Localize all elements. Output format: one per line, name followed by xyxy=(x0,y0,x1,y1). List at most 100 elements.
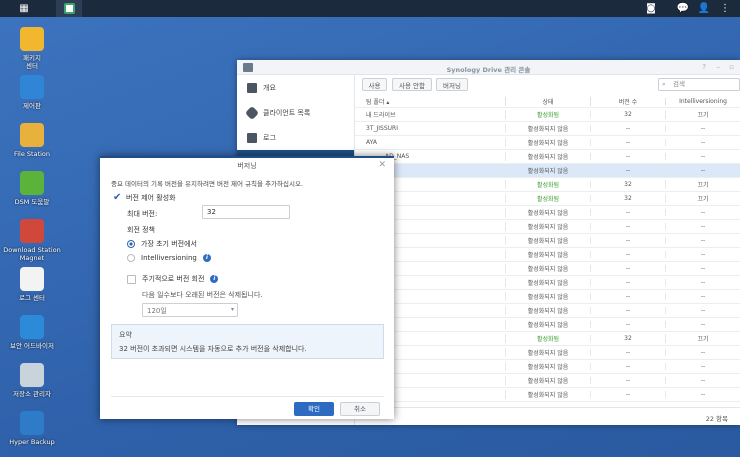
status-cell: 활성화됨 xyxy=(505,194,590,203)
main-menu-button[interactable]: ▦ xyxy=(14,0,34,17)
table-row[interactable]: 활성화되지 않음 -- -- xyxy=(355,374,740,388)
table-row[interactable]: 활성화되지 않음 -- -- xyxy=(355,290,740,304)
help-icon xyxy=(20,171,44,195)
desktop-icon[interactable]: 저장소 관리자 xyxy=(0,363,64,398)
column-header-name[interactable]: 팀 폴더 ▴ xyxy=(355,97,505,106)
window-titlebar[interactable]: Synology Drive 관리 콘솔 ? – ▫ xyxy=(237,60,740,75)
help-icon[interactable]: ? xyxy=(702,63,706,71)
table-row[interactable]: 활성화되지 않음 -- -- xyxy=(355,164,740,178)
taskbar-drive-app[interactable] xyxy=(56,0,82,17)
disable-button[interactable]: 사용 안함 xyxy=(392,78,432,91)
days-select[interactable]: 120일 ▾ xyxy=(142,303,238,317)
sidebar-item-log[interactable]: 로그 xyxy=(237,125,354,150)
status-cell: 활성화되지 않음 xyxy=(505,124,590,133)
version-count-cell: -- xyxy=(590,307,665,314)
radio-selected-icon xyxy=(127,240,135,248)
version-count-cell: -- xyxy=(590,293,665,300)
item-count: 22 항목 xyxy=(355,407,740,425)
search-input[interactable]: ⌕ 검색 xyxy=(658,78,740,91)
user-button[interactable]: 👤 xyxy=(697,0,711,17)
checkmark-icon: ✔ xyxy=(113,192,122,203)
intelliversioning-cell: -- xyxy=(665,237,740,244)
version-count-cell: -- xyxy=(590,223,665,230)
taskbar: ▦ ◙ 💬 👤 ⋮ xyxy=(0,0,740,17)
table-row[interactable]: 활성화됨 32 끄기 xyxy=(355,192,740,206)
table-row[interactable]: 활성화되지 않음 -- -- xyxy=(355,234,740,248)
table-row[interactable]: AYA 활성화되지 않음 -- -- xyxy=(355,136,740,150)
maximize-icon[interactable]: ▫ xyxy=(729,63,734,71)
version-count-cell: -- xyxy=(590,391,665,398)
close-icon[interactable]: ✕ xyxy=(378,160,386,170)
drive-notification-button[interactable]: ◙ xyxy=(644,0,658,17)
column-header-intelliversioning[interactable]: Intelliversioning xyxy=(665,97,740,105)
radio-earliest-version[interactable]: 가장 초기 버전에서 xyxy=(127,239,197,249)
versioning-button[interactable]: 버저닝 xyxy=(436,78,468,91)
version-count-cell: 32 xyxy=(590,181,665,188)
version-count-cell: -- xyxy=(590,209,665,216)
max-versions-input[interactable]: 32 xyxy=(202,205,290,219)
table-row[interactable]: 활성화되지 않음 -- -- xyxy=(355,304,740,318)
sidebar-item-clients[interactable]: 클라이언트 목록 xyxy=(237,100,354,125)
notifications-button[interactable]: 💬 xyxy=(676,0,690,17)
desktop-icon[interactable]: 제어판 xyxy=(0,75,64,110)
enable-button[interactable]: 사용 xyxy=(362,78,387,91)
table-row[interactable]: 활성화됨 32 끄기 xyxy=(355,332,740,346)
table-row[interactable]: 활성화되지 않음 -- -- xyxy=(355,276,740,290)
desktop-icon[interactable]: Hyper Backup xyxy=(0,411,64,446)
info-icon[interactable]: i xyxy=(202,254,211,262)
table-row[interactable]: C활성화되지 않음---- xyxy=(355,220,740,234)
table-row[interactable]: 활성화되지 않음 -- -- xyxy=(355,262,740,276)
dialog-description: 중요 데이터의 기록 버전을 유지하려면 버전 제어 규칙을 추가하십시오. xyxy=(111,180,304,188)
desktop-icon[interactable]: DSM 도움말 xyxy=(0,171,64,206)
team-folder-table: 팀 폴더 ▴ 상태 버전 수 Intelliversioning 내 드라이브 활… xyxy=(355,95,740,402)
table-row[interactable]: 3T_JISSURI 활성화되지 않음 -- -- xyxy=(355,122,740,136)
table-row[interactable]: 활성화되지 않음 -- -- xyxy=(355,388,740,402)
intelliversioning-cell: -- xyxy=(665,293,740,300)
options-button[interactable]: ⋮ xyxy=(718,0,732,17)
version-count-cell: -- xyxy=(590,251,665,258)
enable-versioning-checkbox[interactable]: ✔ 버전 제어 활성화 xyxy=(113,192,176,203)
minimize-icon[interactable]: – xyxy=(717,63,721,71)
intelliversioning-cell: -- xyxy=(665,391,740,398)
radio-unselected-icon xyxy=(127,254,135,262)
status-cell: 활성화되지 않음 xyxy=(505,152,590,161)
table-row[interactable]: o활성화되지 않음---- xyxy=(355,248,740,262)
status-cell: 활성화됨 xyxy=(505,110,590,119)
version-count-cell: -- xyxy=(590,125,665,132)
intelliversioning-cell: -- xyxy=(665,363,740,370)
table-row[interactable]: 활성화되지 않음 -- -- xyxy=(355,206,740,220)
info-icon[interactable]: i xyxy=(210,275,219,283)
status-cell: 활성화되지 않음 xyxy=(505,292,590,301)
table-row[interactable]: 내 드라이브 활성화됨 32 끄기 xyxy=(355,108,740,122)
desktop-icon[interactable]: File Station xyxy=(0,123,64,158)
intelliversioning-cell: 끄기 xyxy=(665,334,740,343)
cancel-button[interactable]: 취소 xyxy=(340,402,380,416)
desktop-icon[interactable]: 보안 어드바이저 xyxy=(0,315,64,350)
desktop-icon[interactable]: 로그 센터 xyxy=(0,267,64,302)
periodic-rotation-label: 주기적으로 버전 회전 xyxy=(142,275,205,283)
table-row[interactable]: 활성화됨 32 끄기 xyxy=(355,178,740,192)
storage-manager-icon xyxy=(20,363,44,387)
log-center-icon xyxy=(20,267,44,291)
radio-intelliversioning[interactable]: Intelliversioning i xyxy=(127,254,211,262)
package-center-icon xyxy=(20,27,44,51)
window-title: Synology Drive 관리 콘솔 xyxy=(446,66,531,74)
file-station-icon xyxy=(20,123,44,147)
desktop-icon-label: 패키지 센터 xyxy=(23,54,41,70)
column-header-status[interactable]: 상태 xyxy=(505,96,590,106)
radio-label: Intelliversioning xyxy=(141,254,197,262)
status-cell: 활성화되지 않음 xyxy=(505,264,590,273)
table-row[interactable]: 활성화되지 않음 -- -- xyxy=(355,360,740,374)
sidebar-item-overview[interactable]: 개요 xyxy=(237,75,354,100)
periodic-rotation-checkbox[interactable]: 주기적으로 버전 회전 i xyxy=(127,274,219,284)
security-advisor-icon xyxy=(20,315,44,339)
status-cell: 활성화되지 않음 xyxy=(505,138,590,147)
desktop-icon[interactable]: 패키지 센터 xyxy=(0,27,64,70)
desktop-icon[interactable]: Download Station Magnet xyxy=(0,219,64,262)
table-row[interactable]: AD_NAS 활성화되지 않음 -- -- xyxy=(355,150,740,164)
ok-button[interactable]: 확인 xyxy=(294,402,334,416)
plug-icon xyxy=(244,105,260,120)
table-row[interactable]: 활성화되지 않음 -- -- xyxy=(355,346,740,360)
table-row[interactable]: 활성화되지 않음 -- -- xyxy=(355,318,740,332)
column-header-versions[interactable]: 버전 수 xyxy=(590,96,665,106)
